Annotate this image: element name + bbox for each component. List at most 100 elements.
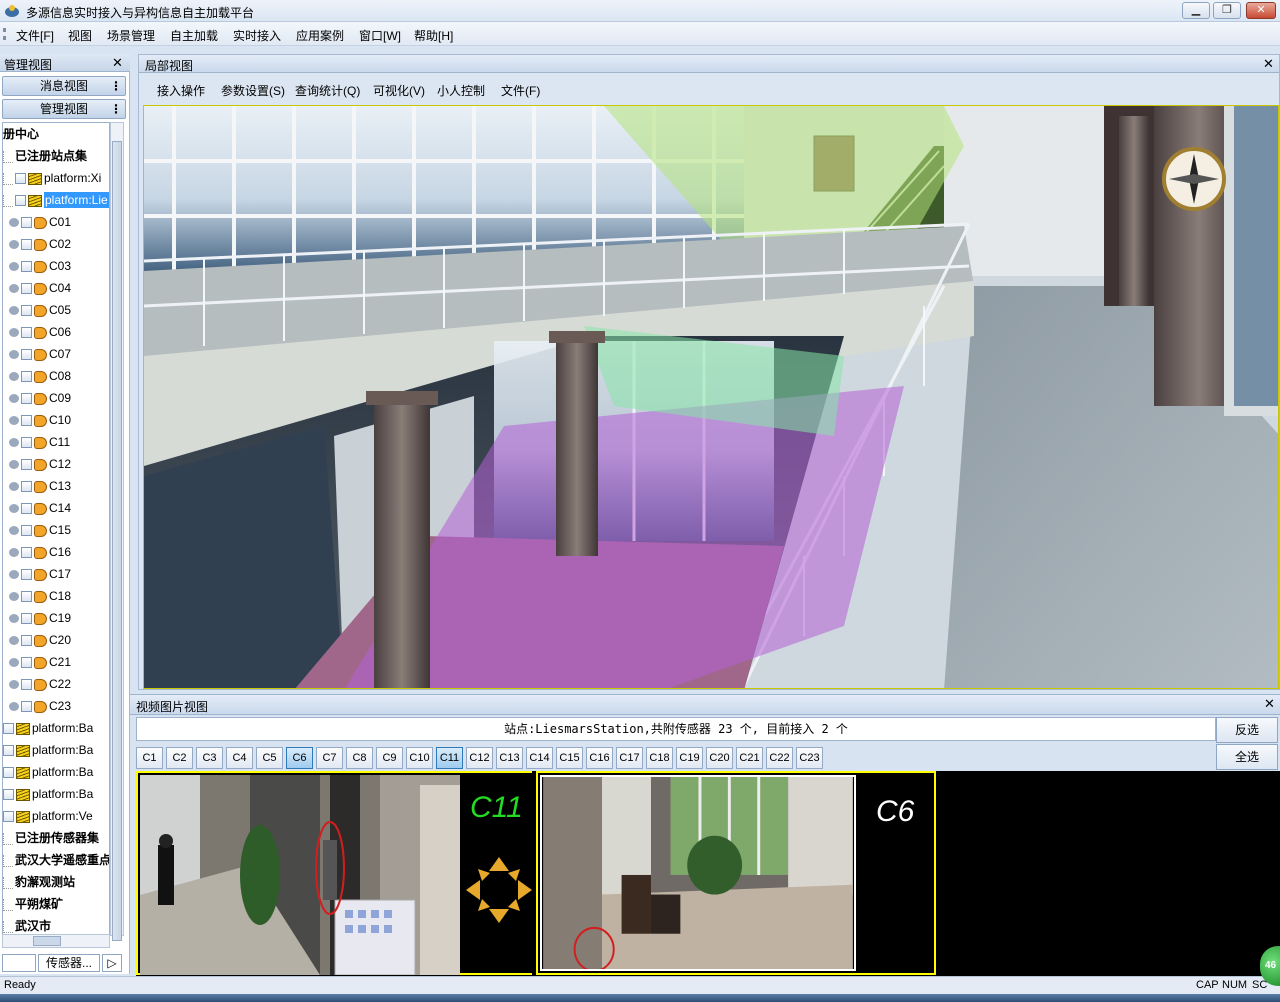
tree-camera-c07[interactable]: C07 bbox=[9, 343, 71, 365]
menu-parameter-settings[interactable]: 参数设置(S) bbox=[221, 82, 285, 99]
tree-camera-c16[interactable]: C16 bbox=[9, 541, 71, 563]
tab-message-view[interactable]: 消息视图 ⋮ bbox=[2, 76, 126, 96]
ptz-up-right-icon[interactable] bbox=[508, 869, 520, 881]
menu-view[interactable]: 视图 bbox=[68, 27, 92, 44]
video-feed-c11[interactable]: C11 bbox=[136, 771, 532, 975]
channel-button-c20[interactable]: C20 bbox=[706, 747, 733, 769]
tree-camera-c21[interactable]: C21 bbox=[9, 651, 71, 673]
tree-group-item[interactable]: 武汉市 bbox=[3, 915, 51, 935]
channel-button-c1[interactable]: C1 bbox=[136, 747, 163, 769]
3d-scene-viewport[interactable] bbox=[143, 105, 1279, 689]
tree-platform-selected[interactable]: platform:Lie bbox=[3, 189, 109, 211]
tree-platform-item[interactable]: platform:Ve bbox=[3, 805, 93, 827]
tree-group-item[interactable]: 豹澥观测站 bbox=[3, 871, 75, 893]
menu-help[interactable]: 帮助[H] bbox=[414, 27, 453, 44]
tree-camera-c09[interactable]: C09 bbox=[9, 387, 71, 409]
maximize-button[interactable]: ❐ bbox=[1213, 2, 1241, 19]
tree-camera-c02[interactable]: C02 bbox=[9, 233, 71, 255]
tree-platform-item[interactable]: platform:Ba bbox=[3, 717, 93, 739]
close-icon[interactable]: ✕ bbox=[1264, 696, 1275, 712]
channel-button-c12[interactable]: C12 bbox=[466, 747, 493, 769]
menu-realtime-access[interactable]: 实时接入 bbox=[233, 27, 281, 44]
tree-group-item[interactable]: 已注册传感器集 bbox=[3, 827, 99, 849]
bottom-tab-blank[interactable] bbox=[2, 954, 36, 972]
tree-vertical-scrollbar[interactable] bbox=[110, 122, 124, 941]
tree-camera-c14[interactable]: C14 bbox=[9, 497, 71, 519]
ptz-up-icon[interactable] bbox=[489, 857, 509, 871]
channel-button-c2[interactable]: C2 bbox=[166, 747, 193, 769]
tree-camera-c03[interactable]: C03 bbox=[9, 255, 71, 277]
menu-query-statistics[interactable]: 查询统计(Q) bbox=[295, 82, 360, 99]
close-icon[interactable]: ✕ bbox=[1263, 56, 1274, 72]
tree-root[interactable]: 册中心 bbox=[3, 123, 39, 145]
bottom-tab-sensors[interactable]: 传感器... bbox=[38, 954, 100, 972]
ptz-direction-pad[interactable] bbox=[464, 855, 534, 925]
tree-group-item[interactable]: 武汉大学遥感重点 bbox=[3, 849, 109, 871]
menu-window[interactable]: 窗口[W] bbox=[359, 27, 401, 44]
tree-camera-c20[interactable]: C20 bbox=[9, 629, 71, 651]
channel-button-c17[interactable]: C17 bbox=[616, 747, 643, 769]
tree-camera-c17[interactable]: C17 bbox=[9, 563, 71, 585]
tree-horizontal-scrollbar[interactable] bbox=[2, 934, 110, 948]
channel-button-c10[interactable]: C10 bbox=[406, 747, 433, 769]
channel-button-c11[interactable]: C11 bbox=[436, 747, 463, 769]
menu-use-cases[interactable]: 应用案例 bbox=[296, 27, 344, 44]
menu-local-file[interactable]: 文件(F) bbox=[501, 82, 540, 99]
channel-button-c16[interactable]: C16 bbox=[586, 747, 613, 769]
tree-camera-c23[interactable]: C23 bbox=[9, 695, 71, 717]
tree-platform-xi[interactable]: platform:Xi bbox=[3, 167, 101, 189]
channel-button-c5[interactable]: C5 bbox=[256, 747, 283, 769]
tree-camera-c22[interactable]: C22 bbox=[9, 673, 71, 695]
channel-button-c18[interactable]: C18 bbox=[646, 747, 673, 769]
close-icon[interactable]: ✕ bbox=[112, 55, 123, 71]
channel-button-c13[interactable]: C13 bbox=[496, 747, 523, 769]
scrollbar-thumb[interactable] bbox=[112, 141, 122, 941]
menu-avatar-control[interactable]: 小人控制 bbox=[437, 82, 485, 99]
ptz-down-right-icon[interactable] bbox=[508, 899, 520, 911]
ptz-left-icon[interactable] bbox=[466, 880, 480, 900]
channel-button-c8[interactable]: C8 bbox=[346, 747, 373, 769]
close-window-button[interactable]: ✕ bbox=[1246, 2, 1276, 19]
channel-button-c6[interactable]: C6 bbox=[286, 747, 313, 769]
tree-registered-sites[interactable]: 已注册站点集 bbox=[3, 145, 87, 167]
channel-button-c21[interactable]: C21 bbox=[736, 747, 763, 769]
select-all-button[interactable]: 全选 bbox=[1216, 744, 1278, 770]
ptz-down-icon[interactable] bbox=[489, 909, 509, 923]
channel-button-c15[interactable]: C15 bbox=[556, 747, 583, 769]
tree-platform-item[interactable]: platform:Ba bbox=[3, 783, 93, 805]
ptz-right-icon[interactable] bbox=[518, 880, 532, 900]
tree-platform-item[interactable]: platform:Ba bbox=[3, 761, 93, 783]
channel-button-c3[interactable]: C3 bbox=[196, 747, 223, 769]
channel-button-c23[interactable]: C23 bbox=[796, 747, 823, 769]
tab-options-icon[interactable]: ⋮ bbox=[110, 100, 122, 118]
tree-camera-c10[interactable]: C10 bbox=[9, 409, 71, 431]
channel-button-c14[interactable]: C14 bbox=[526, 747, 553, 769]
tab-management-view[interactable]: 管理视图 ⋮ bbox=[2, 99, 126, 119]
invert-selection-button[interactable]: 反选 bbox=[1216, 717, 1278, 743]
tree-group-item[interactable]: 平朔煤矿 bbox=[3, 893, 63, 915]
tab-options-icon[interactable]: ⋮ bbox=[110, 77, 122, 95]
tree-camera-c19[interactable]: C19 bbox=[9, 607, 71, 629]
tree-camera-c13[interactable]: C13 bbox=[9, 475, 71, 497]
menu-scene-management[interactable]: 场景管理 bbox=[107, 27, 155, 44]
bottom-tab-next-icon[interactable]: ▷ bbox=[102, 954, 122, 972]
minimize-button[interactable]: ▁ bbox=[1182, 2, 1210, 19]
menu-auto-load[interactable]: 自主加载 bbox=[170, 27, 218, 44]
tree-camera-c05[interactable]: C05 bbox=[9, 299, 71, 321]
tree-camera-c11[interactable]: C11 bbox=[9, 431, 70, 453]
tree-camera-c04[interactable]: C04 bbox=[9, 277, 71, 299]
menu-access-operation[interactable]: 接入操作 bbox=[157, 82, 205, 99]
tree-camera-c08[interactable]: C08 bbox=[9, 365, 71, 387]
ptz-down-left-icon[interactable] bbox=[478, 899, 490, 911]
channel-button-c22[interactable]: C22 bbox=[766, 747, 793, 769]
ptz-up-left-icon[interactable] bbox=[478, 869, 490, 881]
tree-platform-item[interactable]: platform:Ba bbox=[3, 739, 93, 761]
tree-camera-c15[interactable]: C15 bbox=[9, 519, 71, 541]
channel-button-c9[interactable]: C9 bbox=[376, 747, 403, 769]
channel-button-c19[interactable]: C19 bbox=[676, 747, 703, 769]
video-feed-c6[interactable]: C6 bbox=[536, 771, 936, 975]
channel-button-c7[interactable]: C7 bbox=[316, 747, 343, 769]
tree-camera-c12[interactable]: C12 bbox=[9, 453, 71, 475]
tree-camera-c18[interactable]: C18 bbox=[9, 585, 71, 607]
channel-button-c4[interactable]: C4 bbox=[226, 747, 253, 769]
